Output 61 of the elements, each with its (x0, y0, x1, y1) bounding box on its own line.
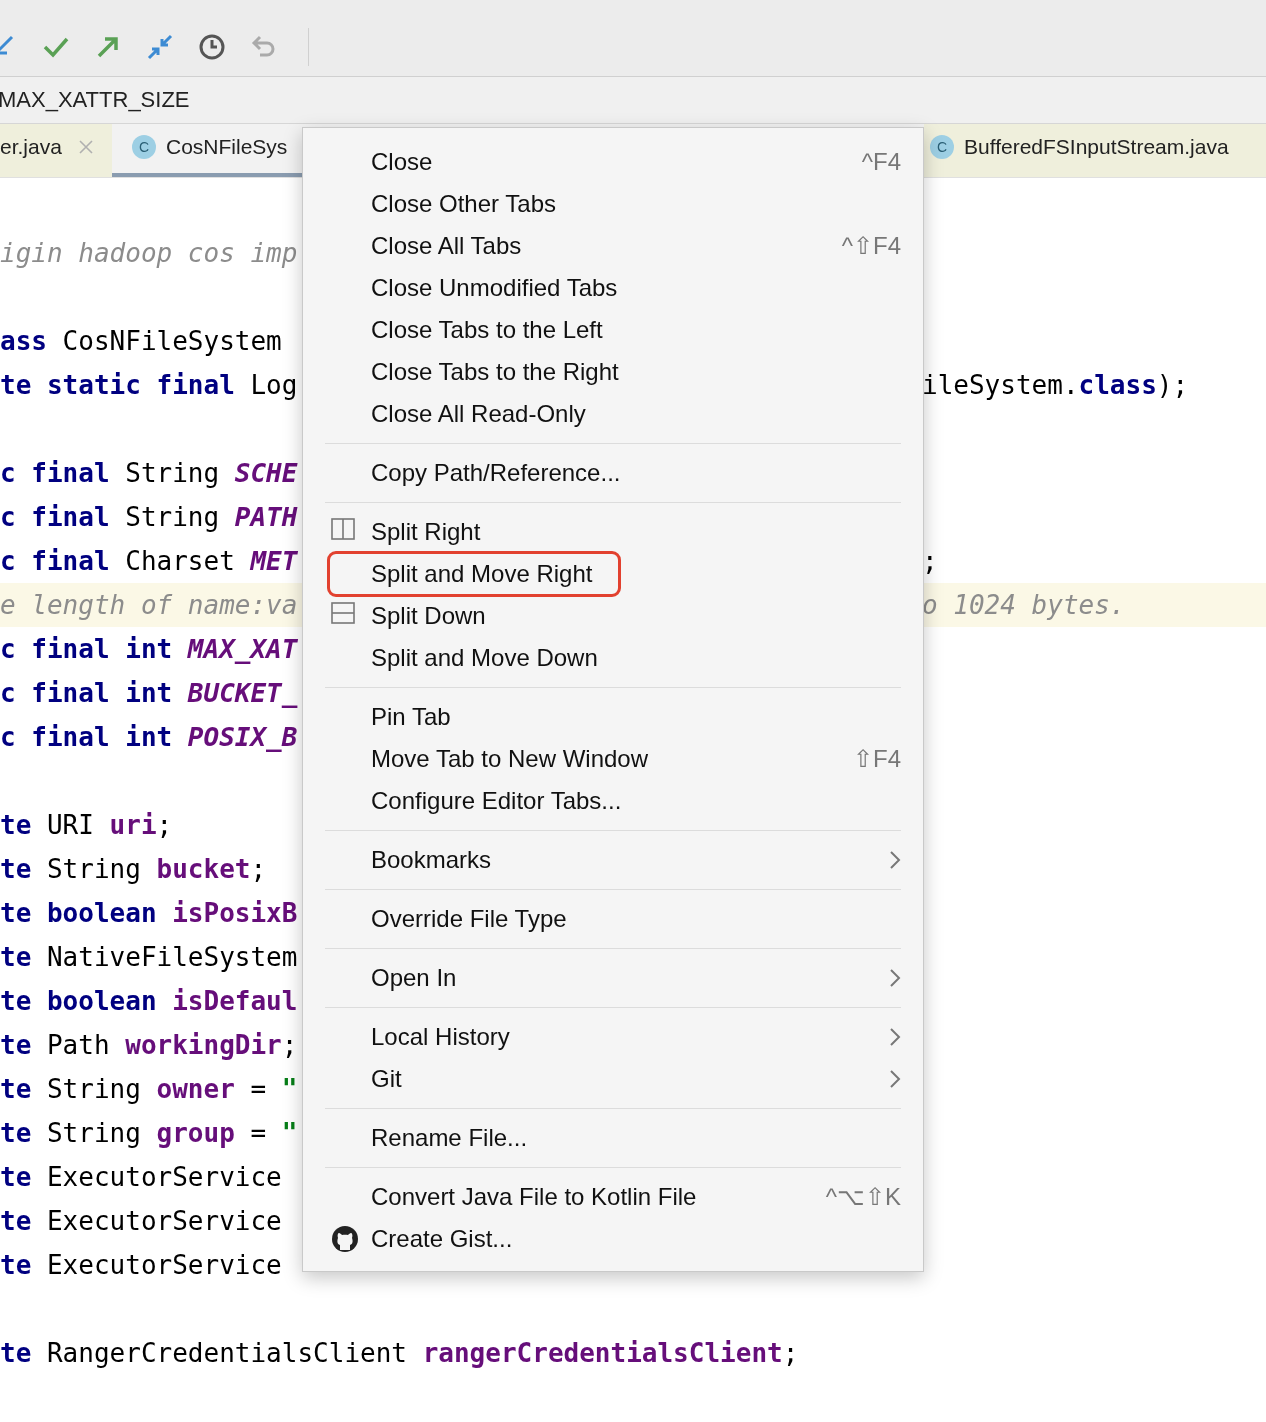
menu-item[interactable]: Rename File... (330, 1118, 554, 1158)
code-line: te Path workingDir; (0, 1030, 298, 1060)
menu-item[interactable]: Close All Read-Only (330, 394, 612, 434)
menu-item[interactable]: Close Tabs to the Left (330, 310, 629, 350)
menu-item[interactable]: Bookmarks (330, 840, 518, 880)
code-line: te boolean isPosixB (0, 898, 298, 928)
menu-item[interactable]: Open In (330, 958, 483, 998)
code-line: te boolean isDefaul (0, 986, 298, 1016)
class-icon: C (930, 134, 954, 159)
code-line: e length of name:va (0, 590, 298, 620)
menu-item[interactable]: Close All Tabs (330, 226, 548, 266)
code-line: c final int BUCKET_ (0, 678, 298, 708)
code-line: te ExecutorService (0, 1250, 282, 1280)
shortcut-label: ⇧F4 (853, 745, 901, 773)
menu-item[interactable]: Git (330, 1059, 428, 1099)
code-line: ; (922, 546, 938, 576)
code-line: o 1024 bytes. (922, 590, 1126, 620)
github-icon (331, 1225, 359, 1253)
menu-item[interactable]: Close Other Tabs (330, 184, 582, 224)
menu-item[interactable]: Close (330, 142, 459, 182)
editor-tab[interactable]: er.java (0, 124, 112, 177)
shortcut-label: ^⌥⇧K (825, 1183, 901, 1211)
code-line: te String owner = " (0, 1074, 298, 1104)
menu-item[interactable]: Close Tabs to the Right (330, 352, 645, 392)
menu-item[interactable]: Local History (330, 1017, 536, 1057)
code-line: c final String PATH (0, 502, 298, 532)
menu-item[interactable]: Convert Java File to Kotlin File (330, 1177, 723, 1217)
code-line: ileSystem.class); (922, 370, 1189, 400)
code-line: te ExecutorService (0, 1206, 282, 1236)
editor-tab[interactable]: C BufferedFSInputStream.java (924, 124, 1266, 177)
code-line: te NativeFileSystem (0, 942, 298, 972)
menu-item[interactable]: Split and Move Down (330, 638, 624, 678)
code-line: igin hadoop cos imp (0, 238, 298, 268)
clock-icon[interactable] (198, 33, 226, 61)
breadcrumb-item[interactable]: MAX_XATTR_SIZE (0, 87, 190, 113)
menu-item[interactable]: Copy Path/Reference... (330, 453, 647, 493)
shortcut-label: ^⇧F4 (841, 232, 901, 260)
menu-item[interactable]: Override File Type (330, 899, 593, 939)
code-line: c final String SCHE (0, 458, 298, 488)
menu-item[interactable]: Split Down (330, 596, 512, 636)
code-line: te RangerCredentialsClient rangerCredentialsClient; (0, 1338, 799, 1368)
code-line: te String bucket; (0, 854, 267, 884)
code-line: te URI uri; (0, 810, 173, 840)
menu-item[interactable]: Split and Move Right (330, 554, 619, 594)
menu-item[interactable]: Split Right (330, 512, 507, 552)
code-line: te ExecutorService (0, 1162, 282, 1192)
code-line: c final int POSIX_B (0, 722, 298, 752)
code-line: ass CosNFileSystem (0, 326, 282, 356)
code-line: te String group = " (0, 1118, 298, 1148)
shortcut-label: ^F4 (861, 148, 901, 176)
code-line: c final int MAX_XAT (0, 634, 298, 664)
code-line: te static final Log (0, 370, 298, 400)
menu-item[interactable]: Pin Tab (330, 697, 477, 737)
menu-item[interactable]: Move Tab to New Window (330, 739, 674, 779)
menu-item[interactable]: Configure Editor Tabs... (330, 781, 648, 821)
menu-item[interactable]: Close Unmodified Tabs (330, 268, 644, 308)
arrows-icon[interactable] (146, 33, 174, 61)
menu-item[interactable]: Create Gist... (330, 1219, 539, 1259)
close-icon[interactable] (77, 138, 94, 155)
class-icon: C (132, 134, 156, 159)
code-line: c final Charset MET (0, 546, 298, 576)
